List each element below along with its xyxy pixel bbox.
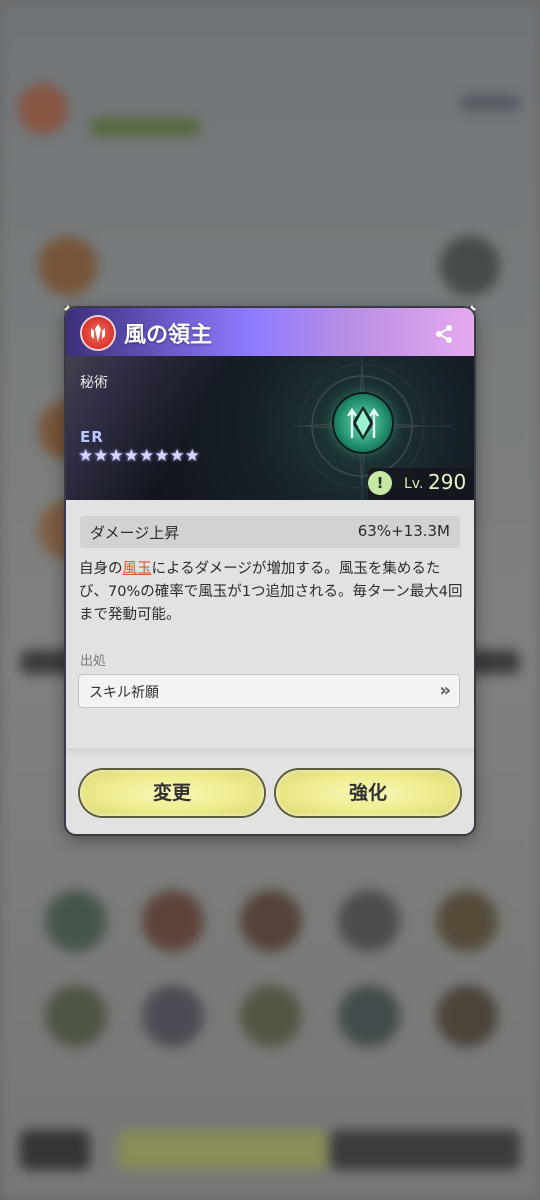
- skill-name: 風の領主: [124, 323, 213, 348]
- stat-name: ダメージ上昇: [90, 524, 180, 542]
- title-bar: 風の領主: [66, 308, 474, 356]
- chevrons-right-icon: »: [439, 680, 451, 701]
- source-label: 出処: [80, 654, 107, 669]
- change-button[interactable]: 変更: [80, 770, 264, 816]
- alert-icon[interactable]: !: [368, 471, 392, 495]
- skill-category: 秘術: [80, 375, 108, 391]
- enhance-button[interactable]: 強化: [276, 770, 460, 816]
- rarity-label: ER: [80, 428, 104, 446]
- skill-type-icon: [82, 317, 114, 349]
- skill-detail-modal: 風の領主 秘術 ER ★★★★★★★★ ! Lv. 290 ダメージ上昇 63%…: [66, 308, 474, 834]
- description-text: 自身の: [79, 561, 123, 577]
- divider: [66, 748, 474, 758]
- rarity-stars: ★★★★★★★★: [78, 446, 200, 466]
- source-field[interactable]: スキル祈願 »: [78, 674, 460, 708]
- wind-orb-link[interactable]: 風玉: [123, 561, 152, 577]
- level-value: 290: [428, 470, 467, 494]
- skill-description: 自身の風玉によるダメージが増加する。風玉を集めるたび、70%の確率で風玉が1つ追…: [79, 558, 463, 627]
- stat-value: 63%+13.3M: [357, 522, 450, 540]
- stat-row: ダメージ上昇 63%+13.3M: [80, 516, 460, 548]
- share-icon[interactable]: [434, 324, 454, 344]
- skill-emblem-icon: [334, 394, 392, 452]
- level-prefix: Lv.: [404, 476, 424, 492]
- source-value: スキル祈願: [89, 685, 159, 701]
